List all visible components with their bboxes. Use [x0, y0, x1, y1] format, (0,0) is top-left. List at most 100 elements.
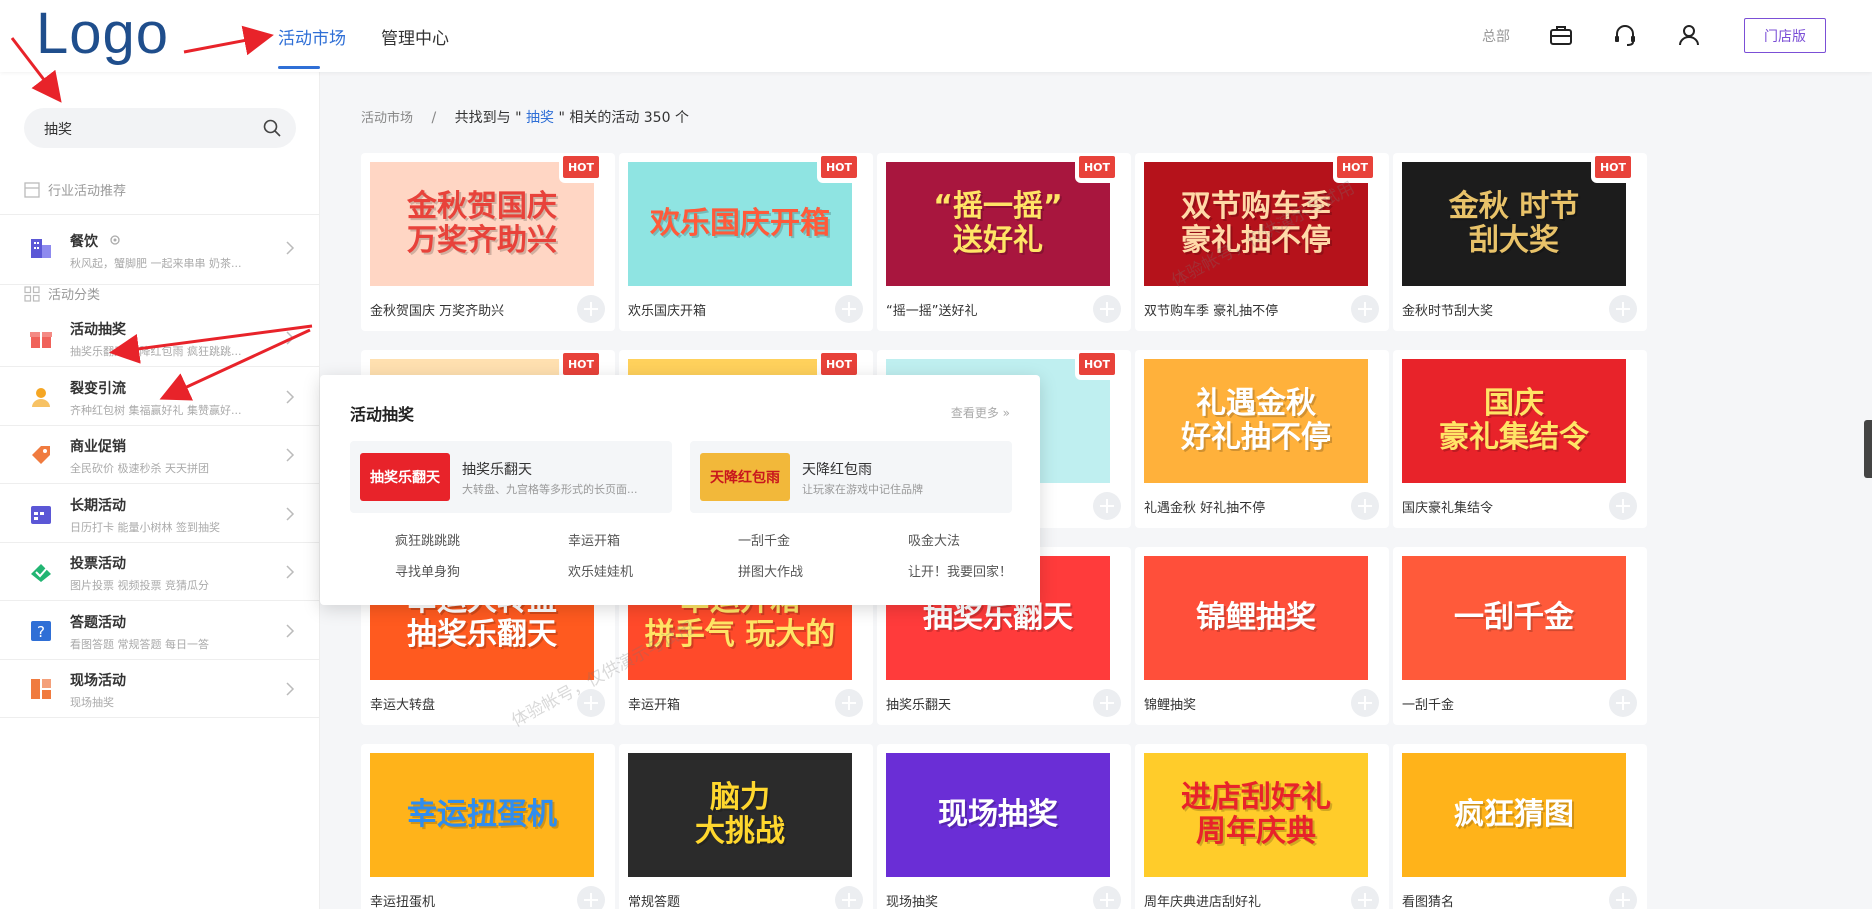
hot-badge: HOT: [1075, 153, 1119, 183]
popup-activity-link[interactable]: 吸金大法: [908, 530, 960, 549]
popup-activity-link[interactable]: 一刮千金: [738, 530, 790, 549]
breadcrumb-separator: /: [431, 110, 437, 126]
grid-icon: [24, 285, 40, 302]
add-icon[interactable]: [835, 886, 863, 909]
activity-title[interactable]: 金秋时节刮大奖: [1402, 300, 1493, 319]
add-icon[interactable]: [1609, 295, 1637, 323]
featured-activity[interactable]: 抽奖乐翻天 抽奖乐翻天 大转盘、九宫格等多形式的长页面...: [350, 441, 672, 513]
activity-thumbnail[interactable]: 进店刮好礼 周年庆典: [1144, 753, 1368, 877]
user-icon[interactable]: [1676, 22, 1702, 48]
sidebar-item-category[interactable]: 商业促销 全民砍价 极速秒杀 天天拼团: [0, 426, 320, 484]
activity-card[interactable]: 脑力 大挑战常规答题: [619, 744, 873, 909]
popup-activity-link[interactable]: 欢乐娃娃机: [568, 561, 633, 580]
add-icon[interactable]: [1093, 886, 1121, 909]
popup-activity-link[interactable]: 幸运开箱: [568, 530, 620, 549]
activity-card[interactable]: 锦鲤抽奖 锦鲤抽奖: [1135, 547, 1389, 725]
gift-icon: [30, 332, 52, 348]
chevron-right-icon: [286, 331, 295, 345]
search-icon[interactable]: [262, 118, 282, 138]
add-icon[interactable]: [1093, 689, 1121, 717]
side-scroll-handle[interactable]: [1864, 420, 1872, 478]
add-icon[interactable]: [1351, 886, 1379, 909]
activity-card[interactable]: 疯狂猜图 看图猜名: [1393, 744, 1647, 909]
add-icon[interactable]: [1351, 295, 1379, 323]
activity-title[interactable]: 幸运开箱: [628, 694, 680, 713]
activity-title[interactable]: 抽奖乐翻天: [886, 694, 951, 713]
hot-badge: HOT: [1591, 153, 1635, 183]
add-icon[interactable]: [835, 295, 863, 323]
sidebar-item-desc: 图片投票 视频投票 竞猜瓜分: [70, 579, 209, 592]
add-icon[interactable]: [835, 689, 863, 717]
search-value[interactable]: 抽奖: [44, 119, 72, 139]
activity-thumbnail[interactable]: 礼遇金秋 好礼抽不停: [1144, 359, 1368, 483]
add-icon[interactable]: [577, 886, 605, 909]
headset-icon[interactable]: [1612, 22, 1638, 48]
add-icon[interactable]: [1609, 886, 1637, 909]
activity-card[interactable]: 欢乐国庆开箱 HOT 欢乐国庆开箱: [619, 153, 873, 331]
activity-card[interactable]: “摇一摇” 送好礼 HOT “摇一摇”送好礼: [877, 153, 1131, 331]
breadcrumb-suffix: " 相关的活动 350 个: [558, 110, 689, 126]
activity-title[interactable]: 看图猜名: [1402, 891, 1454, 909]
activity-thumbnail[interactable]: 现场抽奖: [886, 753, 1110, 877]
add-icon[interactable]: [1609, 689, 1637, 717]
activity-thumbnail[interactable]: 疯狂猜图: [1402, 753, 1626, 877]
add-icon[interactable]: [1093, 492, 1121, 520]
activity-thumbnail[interactable]: 幸运扭蛋机: [370, 753, 594, 877]
sidebar-item-desc: 抽奖乐翻天 天降红包雨 疯狂跳跳...: [70, 345, 242, 358]
add-icon[interactable]: [577, 295, 605, 323]
search-input[interactable]: 抽奖: [24, 108, 296, 148]
activity-title[interactable]: 周年庆典进店刮好礼: [1144, 891, 1261, 909]
breadcrumb-root[interactable]: 活动市场: [361, 111, 413, 126]
activity-card[interactable]: 金秋 时节 刮大奖 HOT 金秋时节刮大奖: [1393, 153, 1647, 331]
sidebar-item-category[interactable]: 投票活动 图片投票 视频投票 竞猜瓜分: [0, 543, 320, 601]
sidebar-item-category[interactable]: 长期活动 日历打卡 能量小树林 签到抽奖: [0, 485, 320, 543]
activity-title[interactable]: 金秋贺国庆 万奖齐助兴: [370, 300, 504, 319]
activity-card[interactable]: 一刮千金 一刮千金: [1393, 547, 1647, 725]
store-version-button[interactable]: 门店版: [1744, 18, 1826, 53]
activity-title[interactable]: 欢乐国庆开箱: [628, 300, 706, 319]
featured-activity[interactable]: 天降红包雨 天降红包雨 让玩家在游戏中记住品牌: [690, 441, 1012, 513]
nav-management-center[interactable]: 管理中心: [381, 24, 449, 49]
chevron-right-icon: [286, 241, 295, 255]
nav-activity-market[interactable]: 活动市场: [278, 24, 346, 49]
popup-activity-link[interactable]: 寻找单身狗: [395, 561, 460, 580]
activity-title[interactable]: 幸运大转盘: [370, 694, 435, 713]
activity-title[interactable]: 幸运扭蛋机: [370, 891, 435, 909]
add-icon[interactable]: [1609, 492, 1637, 520]
sidebar-item-category[interactable]: 活动抽奖 抽奖乐翻天 天降红包雨 疯狂跳跳...: [0, 309, 320, 367]
activity-title[interactable]: 礼遇金秋 好礼抽不停: [1144, 497, 1265, 516]
org-label[interactable]: 总部: [1482, 26, 1510, 46]
activity-title[interactable]: 双节购车季 豪礼抽不停: [1144, 300, 1278, 319]
add-icon[interactable]: [1351, 492, 1379, 520]
hot-badge: HOT: [559, 153, 603, 183]
activity-title[interactable]: 常规答题: [628, 891, 680, 909]
activity-thumbnail[interactable]: 锦鲤抽奖: [1144, 556, 1368, 680]
activity-card[interactable]: 礼遇金秋 好礼抽不停 礼遇金秋 好礼抽不停: [1135, 350, 1389, 528]
activity-card[interactable]: 进店刮好礼 周年庆典周年庆典进店刮好礼: [1135, 744, 1389, 909]
activity-card[interactable]: 国庆 豪礼集结令国庆豪礼集结令: [1393, 350, 1647, 528]
activity-card[interactable]: 幸运扭蛋机 幸运扭蛋机: [361, 744, 615, 909]
briefcase-icon[interactable]: [1548, 22, 1574, 48]
activity-thumbnail[interactable]: 一刮千金: [1402, 556, 1626, 680]
activity-card[interactable]: 现场抽奖 现场抽奖: [877, 744, 1131, 909]
popup-activity-link[interactable]: 让开！我要回家！: [908, 561, 1012, 580]
sidebar-item-category[interactable]: 裂变引流 齐种红包树 集福赢好礼 集赞赢好...: [0, 368, 320, 426]
view-more-link[interactable]: 查看更多 »: [951, 404, 1010, 421]
activity-title[interactable]: “摇一摇”送好礼: [886, 300, 977, 319]
activity-title[interactable]: 现场抽奖: [886, 891, 938, 909]
sidebar-item-catering[interactable]: 餐饮 秋风起，蟹脚肥 一起来串串 奶茶...: [0, 215, 320, 285]
activity-title[interactable]: 国庆豪礼集结令: [1402, 497, 1493, 516]
activity-thumbnail[interactable]: 国庆 豪礼集结令: [1402, 359, 1626, 483]
sidebar-item-category[interactable]: ? 答题活动 看图答题 常规答题 每日一答: [0, 602, 320, 660]
popup-activity-link[interactable]: 拼图大作战: [738, 561, 803, 580]
activity-card[interactable]: 金秋贺国庆 万奖齐助兴 HOT 金秋贺国庆 万奖齐助兴: [361, 153, 615, 331]
settings-icon[interactable]: [108, 233, 122, 247]
activity-title[interactable]: 锦鲤抽奖: [1144, 694, 1196, 713]
logo[interactable]: Logo: [36, 4, 169, 64]
add-icon[interactable]: [1351, 689, 1379, 717]
add-icon[interactable]: [1093, 295, 1121, 323]
activity-thumbnail[interactable]: 脑力 大挑战: [628, 753, 852, 877]
sidebar-item-category[interactable]: 现场活动 现场抽奖: [0, 660, 320, 718]
popup-activity-link[interactable]: 疯狂跳跳跳: [395, 530, 460, 549]
activity-title[interactable]: 一刮千金: [1402, 694, 1454, 713]
